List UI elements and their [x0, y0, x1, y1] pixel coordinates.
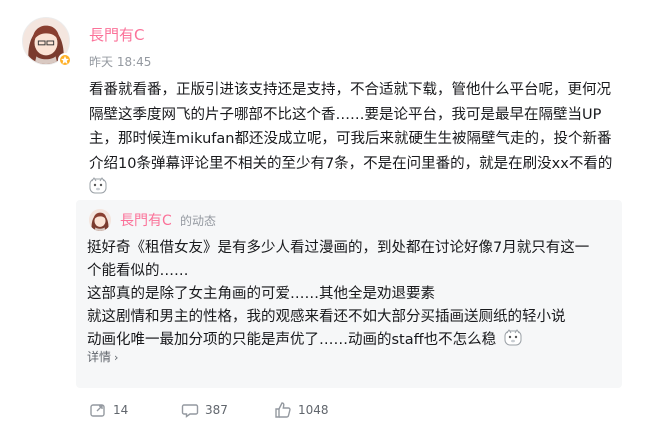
forwarded-post-card[interactable]: 長門有C 的动态 挺好奇《租借女友》是有多少人看过漫画的，到处都在讨论好像7月就… [76, 200, 622, 388]
share-icon [90, 404, 105, 417]
forward-content-line: 动画化唯一最加分项的只能是声优了……动画的staff也不怎么稳 [87, 332, 497, 348]
like-button[interactable]: 1048 [274, 399, 329, 421]
doge-emoji-icon [504, 329, 522, 347]
post-content: 看番就看番，正版引进该支持还是支持，不合适就下载，管他什么平台呢，更何况 隔壁这… [89, 78, 629, 201]
comment-icon [181, 404, 199, 418]
author-avatar-wrapper[interactable] [22, 17, 72, 67]
comment-button[interactable]: 387 [181, 399, 228, 421]
forward-count: 14 [113, 403, 129, 417]
doge-emoji-icon [89, 177, 107, 195]
forward-content: 挺好奇《租借女友》是有多少人看过漫画的，到处都在讨论好像7月就只有这一 个能看似… [87, 237, 612, 352]
forward-content-line: 就这剧情和男主的性格，我的观感来看还不如大部分买插画送厕纸的轻小说 [87, 309, 566, 325]
forward-content-line: 挺好奇《租借女友》是有多少人看过漫画的，到处都在讨论好像7月就只有这一 [87, 240, 590, 256]
forward-suffix-label: 的动态 [180, 214, 217, 228]
verified-badge-icon [58, 53, 72, 67]
forward-author-avatar[interactable] [89, 209, 111, 231]
details-label: 详情 [87, 350, 112, 364]
comment-count: 387 [205, 403, 228, 417]
content-line: 隔壁这季度网飞的片子哪部不比这个香……要是论平台，我可是最早在隔壁当UP [89, 106, 602, 123]
forward-content-line: 个能看似的…… [87, 263, 189, 279]
thumbs-up-icon [275, 402, 291, 418]
forward-author-name[interactable]: 長門有C [120, 210, 172, 230]
forward-details-link[interactable]: 详情 › [87, 348, 118, 365]
post-time: 昨天 18:45 [89, 55, 152, 69]
chevron-right-icon: › [114, 351, 119, 364]
like-count: 1048 [298, 403, 329, 417]
forward-content-line: 这部真的是除了女主角画的可爱……其他全是劝退要素 [87, 286, 435, 302]
content-line: 看番就看番，正版引进该支持还是支持，不合适就下载，管他什么平台呢，更何况 [89, 82, 611, 98]
content-line: 介绍10条弹幕评论里不相关的至少有7条，不是在问里番的，就是在刷没xx不看的 [89, 155, 613, 172]
forward-button[interactable]: 14 [89, 399, 128, 421]
author-name[interactable]: 長門有C [89, 24, 144, 45]
content-line: 主，那时候连mikufan都还没成立呢，可我后来就硬生生被隔壁气走的，投个新番 [89, 131, 612, 147]
